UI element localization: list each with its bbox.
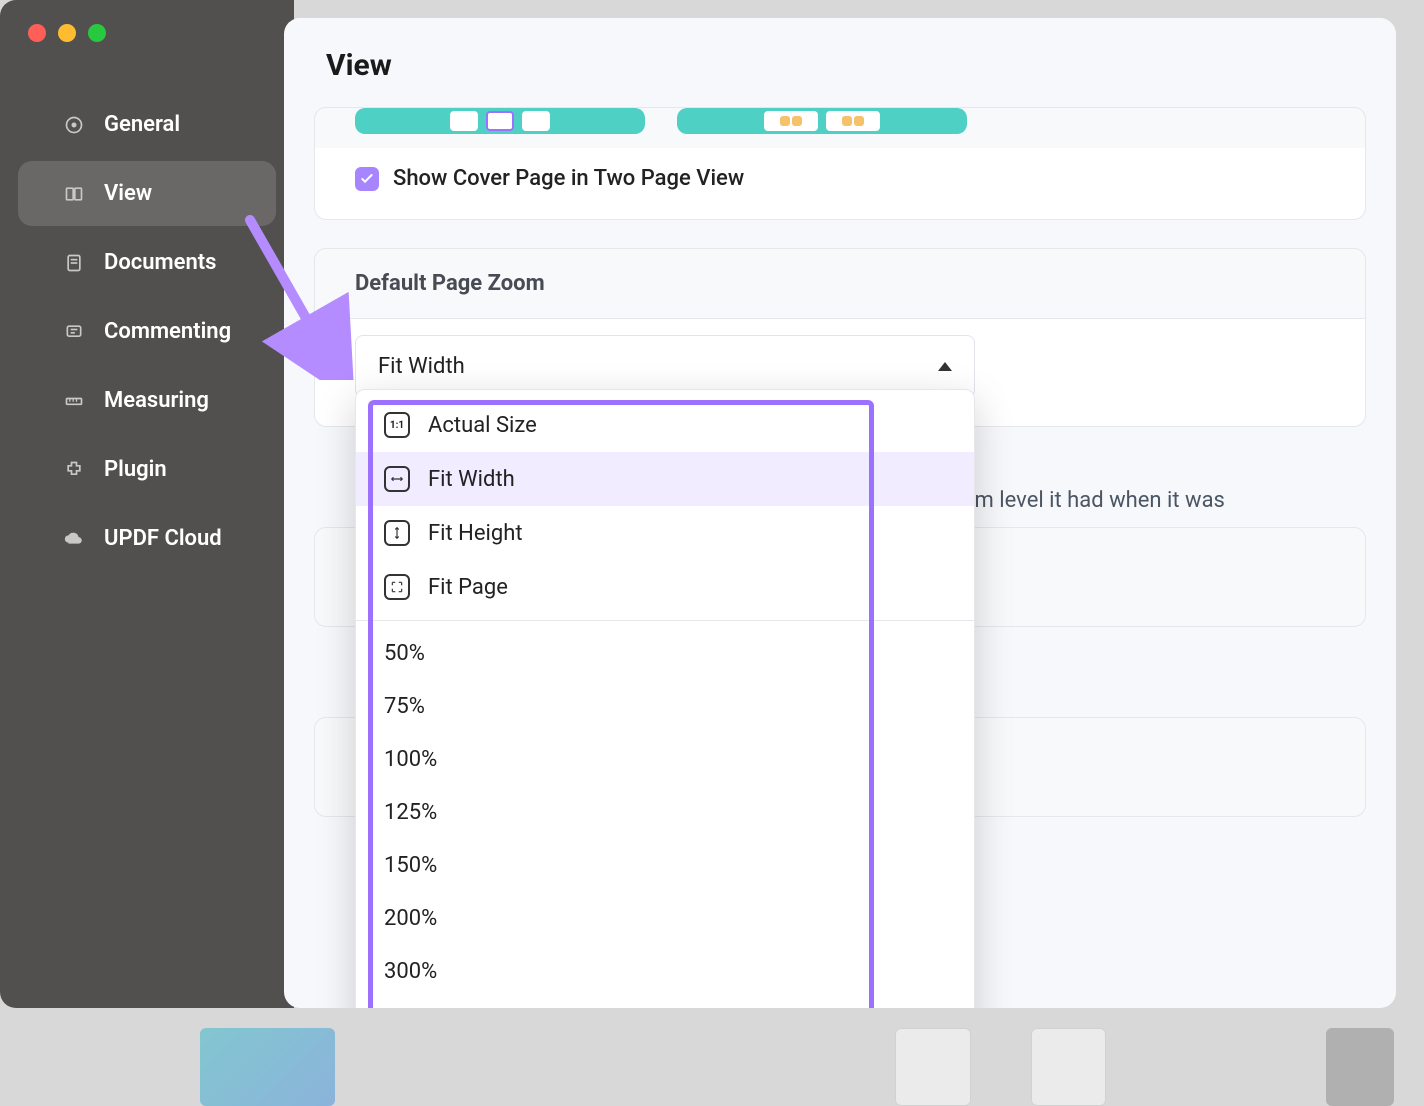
close-window-button[interactable] — [28, 24, 46, 42]
view-icon — [62, 182, 86, 206]
chevron-up-icon — [938, 362, 952, 371]
partial-hidden-text: om level it had when it was — [962, 488, 1225, 513]
sidebar-item-view[interactable]: View — [18, 161, 276, 226]
zoom-option-200[interactable]: 200% — [356, 892, 974, 945]
actual-size-icon: 1:1 — [384, 412, 410, 438]
dropdown-separator — [356, 620, 974, 621]
gear-icon — [62, 113, 86, 137]
sidebar-item-label: Documents — [104, 250, 216, 275]
zoom-option-actual-size[interactable]: 1:1 Actual Size — [356, 398, 974, 452]
comment-icon — [62, 320, 86, 344]
sidebar-item-commenting[interactable]: Commenting — [18, 299, 276, 364]
sidebar-item-updf-cloud[interactable]: UPDF Cloud — [18, 506, 276, 571]
single-page-preview[interactable] — [355, 108, 645, 134]
settings-panel: View Show Cover Page in Two Page View De… — [284, 18, 1396, 1008]
zoom-option-fit-page[interactable]: Fit Page — [356, 560, 974, 614]
minimize-window-button[interactable] — [58, 24, 76, 42]
zoom-option-fit-height[interactable]: Fit Height — [356, 506, 974, 560]
window-controls — [0, 24, 294, 42]
zoom-section-header: Default Page Zoom — [315, 249, 1365, 319]
zoom-option-300[interactable]: 300% — [356, 945, 974, 998]
cover-page-label: Show Cover Page in Two Page View — [393, 166, 744, 191]
zoom-option-125[interactable]: 125% — [356, 786, 974, 839]
zoom-option-500[interactable]: 500% — [356, 998, 974, 1008]
fit-page-icon — [384, 574, 410, 600]
ruler-icon — [62, 389, 86, 413]
sidebar-item-label: Plugin — [104, 457, 167, 482]
sidebar-item-label: Commenting — [104, 319, 231, 344]
zoom-option-100[interactable]: 100% — [356, 733, 974, 786]
zoom-option-50[interactable]: 50% — [356, 627, 974, 680]
sidebar-item-label: UPDF Cloud — [104, 526, 222, 551]
cloud-icon — [62, 527, 86, 551]
two-page-preview[interactable] — [677, 108, 967, 134]
document-icon — [62, 251, 86, 275]
default-zoom-section: Default Page Zoom Fit Width 1:1 Actual S… — [314, 248, 1366, 427]
sidebar-item-label: Measuring — [104, 388, 209, 413]
zoom-option-75[interactable]: 75% — [356, 680, 974, 733]
settings-sidebar: General View Documents Commenting Measur… — [0, 0, 294, 1008]
page-view-previews — [315, 108, 1365, 148]
sidebar-item-measuring[interactable]: Measuring — [18, 368, 276, 433]
zoom-select-value: Fit Width — [378, 354, 465, 379]
zoom-select-wrap: Fit Width 1:1 Actual Size Fit Width — [355, 335, 1325, 398]
page-view-section: Show Cover Page in Two Page View — [314, 107, 1366, 220]
maximize-window-button[interactable] — [88, 24, 106, 42]
plugin-icon — [62, 458, 86, 482]
sidebar-item-plugin[interactable]: Plugin — [18, 437, 276, 502]
zoom-dropdown: 1:1 Actual Size Fit Width Fit Height Fit… — [355, 389, 975, 1008]
sidebar-item-general[interactable]: General — [18, 92, 276, 157]
cover-page-checkbox[interactable] — [355, 167, 379, 191]
zoom-option-fit-width[interactable]: Fit Width — [356, 452, 974, 506]
panel-title: View — [284, 48, 1396, 107]
fit-height-icon — [384, 520, 410, 546]
sidebar-item-label: General — [104, 112, 180, 137]
zoom-option-150[interactable]: 150% — [356, 839, 974, 892]
sidebar-item-label: View — [104, 181, 152, 206]
fit-width-icon — [384, 466, 410, 492]
cover-page-option: Show Cover Page in Two Page View — [315, 148, 1365, 219]
sidebar-item-documents[interactable]: Documents — [18, 230, 276, 295]
